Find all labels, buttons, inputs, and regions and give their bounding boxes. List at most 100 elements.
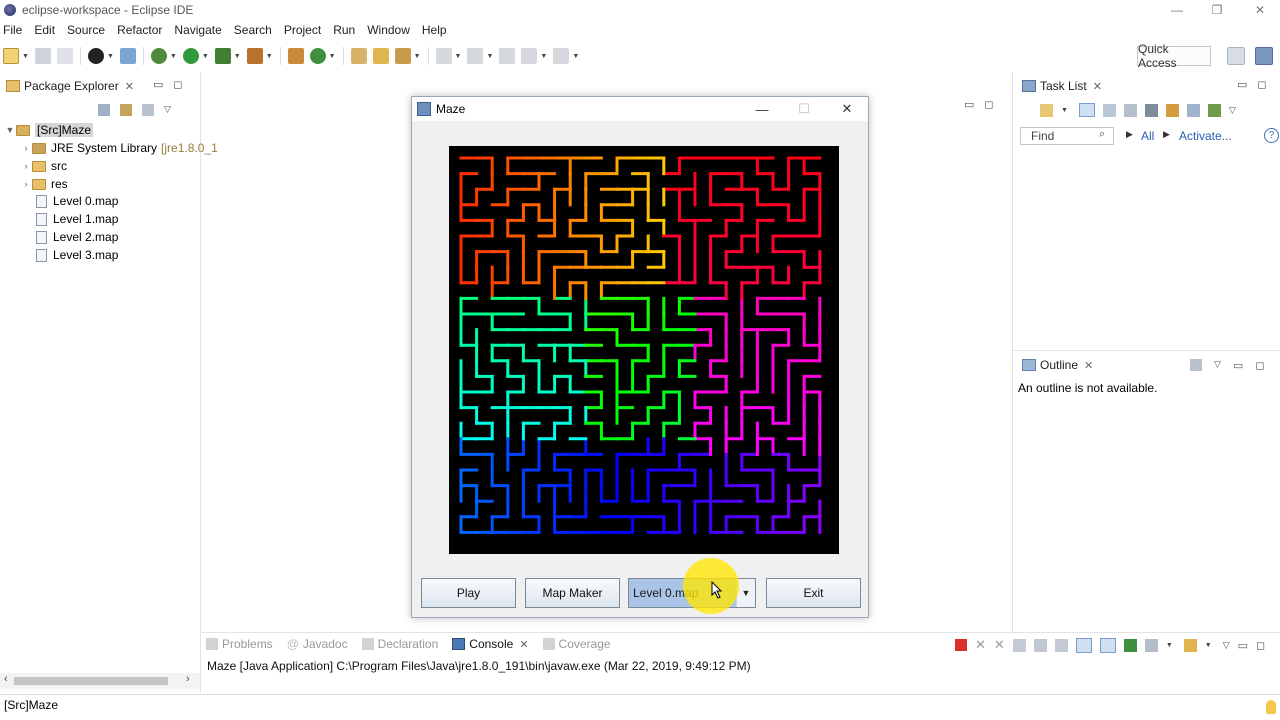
tab-problems[interactable]: Problems [206, 637, 273, 651]
last-edit-icon[interactable] [499, 48, 516, 64]
menu-help[interactable]: Help [416, 23, 453, 37]
collapsed-arrow-icon[interactable]: › [20, 143, 32, 153]
close-icon[interactable]: ✕ [125, 80, 134, 93]
search-dropdown-icon[interactable]: ▼ [414, 53, 421, 60]
word-wrap-icon[interactable] [1054, 638, 1068, 652]
menu-edit[interactable]: Edit [28, 23, 61, 37]
tab-task-list[interactable]: Task List ✕ [1016, 74, 1108, 98]
exit-button[interactable]: Exit [766, 578, 861, 608]
display-dropdown-icon[interactable]: ▼ [1166, 642, 1173, 649]
external-tools-icon[interactable] [246, 48, 263, 64]
new-task-icon[interactable] [1040, 103, 1053, 117]
minimize-view-icon[interactable]: ▭ [1237, 78, 1247, 91]
categorized-icon[interactable] [1078, 103, 1095, 117]
coverage-icon[interactable] [214, 48, 231, 64]
back-icon[interactable] [521, 48, 538, 64]
view-menu-icon[interactable]: ▽ [1229, 105, 1236, 116]
maximize-view-icon[interactable]: ◻ [173, 78, 182, 91]
back-dropdown-icon[interactable]: ▼ [540, 53, 547, 60]
external-tools-dropdown-icon[interactable]: ▼ [266, 53, 273, 60]
new-java-package-icon[interactable] [287, 48, 304, 64]
minimize-button[interactable]: — [1157, 0, 1197, 20]
maze-canvas[interactable] [449, 146, 839, 554]
run-icon[interactable] [182, 48, 199, 64]
expanded-arrow-icon[interactable]: ▼ [4, 125, 16, 135]
remove-all-icon[interactable]: ✕ [994, 637, 1005, 653]
open-type-icon[interactable] [350, 48, 367, 64]
maze-close-button[interactable]: ✕ [832, 99, 862, 119]
save-all-icon[interactable] [56, 48, 73, 64]
terminate-icon[interactable] [955, 639, 967, 651]
collapsed-arrow-icon[interactable]: › [20, 161, 32, 171]
show-on-error-icon[interactable] [1099, 637, 1116, 653]
profile-dropdown-icon[interactable]: ▼ [107, 53, 114, 60]
save-icon[interactable] [34, 48, 51, 64]
search-tool-icon[interactable] [394, 48, 411, 64]
collapsed-arrow-icon[interactable]: › [20, 179, 32, 189]
close-icon[interactable]: ✕ [1084, 359, 1093, 372]
view-menu-icon[interactable]: ▽ [1223, 640, 1230, 651]
collapse-all-icon[interactable] [1186, 103, 1200, 117]
close-icon[interactable]: ✕ [519, 638, 528, 651]
forward-dropdown-icon[interactable]: ▼ [572, 53, 579, 60]
tree-item-level2[interactable]: Level 2.map [36, 228, 118, 246]
tab-package-explorer[interactable]: Package Explorer ✕ [0, 74, 140, 98]
open-console-dropdown-icon[interactable]: ▼ [1205, 642, 1212, 649]
new-class-dropdown-icon[interactable]: ▼ [329, 53, 336, 60]
close-icon[interactable]: ✕ [1093, 80, 1102, 93]
new-java-class-icon[interactable] [309, 48, 326, 64]
menu-window[interactable]: Window [361, 23, 416, 37]
prev-annotation-icon[interactable] [467, 48, 484, 64]
debug-dropdown-icon[interactable]: ▼ [170, 53, 177, 60]
tree-item-res[interactable]: › res [20, 175, 68, 193]
menu-search[interactable]: Search [228, 23, 278, 37]
open-console-icon[interactable] [1183, 638, 1197, 652]
menu-navigate[interactable]: Navigate [168, 23, 227, 37]
scroll-lock-icon[interactable] [1033, 638, 1047, 652]
tab-declaration[interactable]: Declaration [361, 637, 438, 651]
next-annotation-icon[interactable] [435, 48, 452, 64]
view-menu-icon[interactable]: ▽ [1214, 359, 1221, 372]
tree-item-level0[interactable]: Level 0.map [36, 192, 118, 210]
debug-icon[interactable] [150, 48, 167, 64]
prev-annotation-dropdown-icon[interactable]: ▼ [486, 53, 493, 60]
scheduled-icon[interactable] [1102, 103, 1116, 117]
maximize-view-icon[interactable]: ◻ [1257, 78, 1266, 91]
minimize-view-icon[interactable]: ▭ [1238, 639, 1248, 652]
find-input[interactable]: Find ⌕ [1020, 127, 1114, 145]
open-task-icon[interactable] [372, 48, 389, 64]
all-link[interactable]: All [1141, 129, 1154, 143]
menu-project[interactable]: Project [278, 23, 327, 37]
focus-icon[interactable] [1190, 359, 1202, 371]
new-icon[interactable] [3, 48, 19, 64]
maze-minimize-button[interactable]: — [747, 99, 777, 119]
activate-link[interactable]: Activate... [1179, 129, 1232, 143]
quick-access-field[interactable]: Quick Access [1137, 42, 1211, 70]
menu-refactor[interactable]: Refactor [111, 23, 168, 37]
tab-outline[interactable]: Outline ✕ [1016, 353, 1099, 377]
link-editor-icon[interactable] [120, 104, 132, 116]
display-console-icon[interactable] [1144, 638, 1158, 652]
new-task-dropdown-icon[interactable]: ▼ [1061, 107, 1068, 114]
minimize-view-icon[interactable]: ▭ [153, 78, 163, 91]
tab-console[interactable]: Console ✕ [452, 637, 529, 651]
maximize-view-icon[interactable]: ◻ [1256, 639, 1265, 652]
skip-breakpoints-icon[interactable] [119, 48, 136, 64]
focus-workweek-icon[interactable] [1123, 103, 1137, 117]
tip-lightbulb-icon[interactable] [1266, 700, 1276, 714]
minimize-view-icon[interactable]: ▭ [964, 98, 974, 111]
profile-icon[interactable] [87, 48, 104, 64]
tree-item-src[interactable]: › src [20, 157, 68, 175]
hide-completed-icon[interactable] [1144, 103, 1158, 117]
help-icon[interactable]: ? [1264, 128, 1279, 143]
menu-file[interactable]: File [0, 23, 28, 37]
forward-icon[interactable] [553, 48, 570, 64]
next-annotation-dropdown-icon[interactable]: ▼ [455, 53, 462, 60]
collapse-all-icon[interactable] [98, 104, 110, 116]
play-button[interactable]: Play [421, 578, 516, 608]
menu-run[interactable]: Run [327, 23, 361, 37]
maximize-view-icon[interactable]: ◻ [984, 98, 993, 111]
focus-icon[interactable] [142, 104, 154, 116]
link-task-icon[interactable] [1207, 103, 1221, 117]
clear-console-icon[interactable] [1012, 638, 1026, 652]
